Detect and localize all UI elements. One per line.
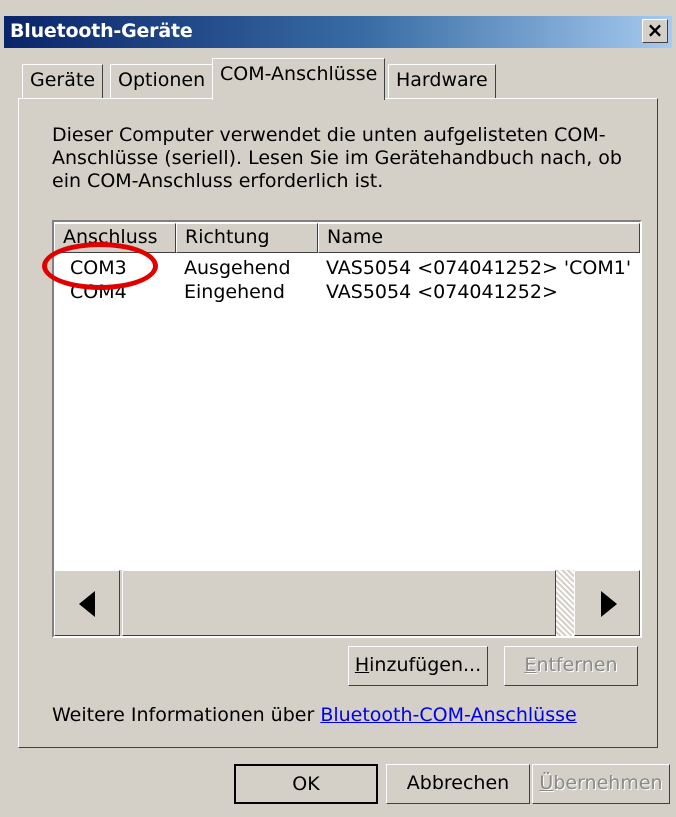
cell-name: VAS5054 <074041252> 'COM1' xyxy=(326,257,632,279)
left-triangle-icon xyxy=(79,591,95,617)
close-button[interactable]: × xyxy=(642,19,668,43)
add-button[interactable]: Hinzufügen... xyxy=(348,646,488,686)
add-button-label: inzufügen... xyxy=(369,654,482,676)
tab-geraete[interactable]: Geräte xyxy=(22,64,104,98)
description-text: Dieser Computer verwendet die unten aufg… xyxy=(52,124,622,192)
scroll-left-button[interactable] xyxy=(54,570,120,636)
tab-com-anschluesse[interactable]: COM-Anschlüsse xyxy=(212,58,386,100)
remove-button[interactable]: Entfernen xyxy=(504,646,638,686)
cell-direction: Eingehend xyxy=(184,281,285,303)
tab-hardware[interactable]: Hardware xyxy=(388,64,496,98)
bluetooth-com-link[interactable]: Bluetooth-COM-Anschlüsse xyxy=(320,704,576,726)
horizontal-scrollbar[interactable] xyxy=(54,570,640,636)
dialog-window: Bluetooth-Geräte × Geräte Optionen COM-A… xyxy=(0,0,676,817)
apply-button[interactable]: Übernehmen xyxy=(532,764,670,804)
info-text: Weitere Informationen über xyxy=(52,704,315,726)
cell-direction: Ausgehend xyxy=(184,257,291,279)
info-line: Weitere Informationen über Bluetooth-COM… xyxy=(52,704,577,726)
tab-optionen[interactable]: Optionen xyxy=(110,64,214,98)
column-header-direction[interactable]: Richtung xyxy=(176,223,318,253)
window-title: Bluetooth-Geräte xyxy=(10,20,193,42)
apply-button-mnemonic: Ü xyxy=(539,772,554,794)
apply-button-label: bernehmen xyxy=(553,772,663,794)
title-bar[interactable]: Bluetooth-Geräte × xyxy=(4,16,672,48)
highlight-circle xyxy=(42,242,158,290)
right-triangle-icon xyxy=(601,591,617,617)
column-header-name[interactable]: Name xyxy=(318,223,640,253)
ok-button[interactable]: OK xyxy=(234,764,378,804)
scroll-right-button[interactable] xyxy=(574,570,640,636)
remove-button-mnemonic: E xyxy=(524,654,537,676)
scroll-track[interactable] xyxy=(556,570,574,636)
add-button-mnemonic: H xyxy=(354,654,370,676)
remove-button-label: ntfernen xyxy=(536,654,618,676)
cancel-button[interactable]: Abbrechen xyxy=(386,764,530,804)
scroll-thumb[interactable] xyxy=(122,570,556,636)
cell-name: VAS5054 <074041252> xyxy=(326,281,558,303)
